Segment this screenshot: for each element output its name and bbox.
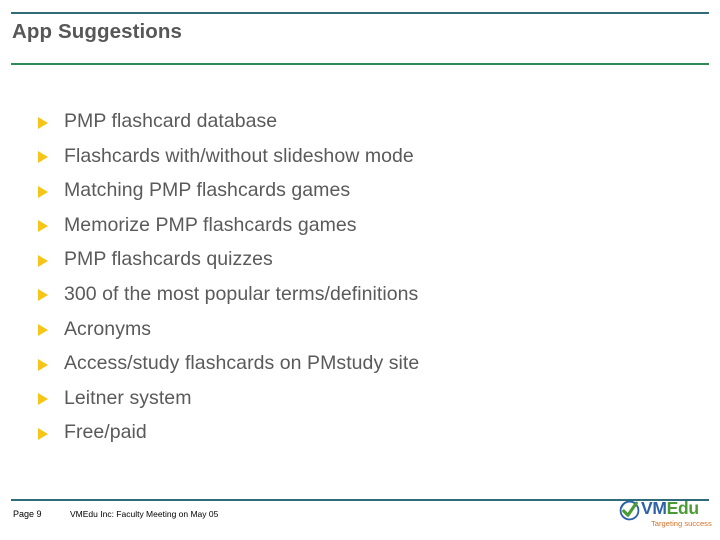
logo-word-second: Edu: [666, 498, 699, 518]
triangle-right-icon: [38, 116, 48, 129]
triangle-right-icon: [38, 151, 48, 164]
list-item-label: Flashcards with/without slideshow mode: [64, 144, 414, 167]
triangle-right-icon: [38, 254, 48, 267]
logo-tagline: Targeting success: [651, 519, 712, 528]
vmedu-logo: VMEdu Targeting success: [608, 498, 712, 532]
list-item-label: PMP flashcards quizzes: [64, 248, 273, 271]
header-top-rule: [11, 12, 709, 14]
list-item-label: Memorize PMP flashcards games: [64, 213, 357, 236]
list-item: 300 of the most popular terms/definition…: [36, 277, 676, 312]
list-item-label: 300 of the most popular terms/definition…: [64, 282, 419, 305]
logo-wordmark: VMEdu: [641, 498, 699, 519]
slide-canvas: App Suggestions PMP flashcard database F…: [0, 0, 720, 540]
list-item-label: Matching PMP flashcards games: [64, 179, 351, 202]
list-item-label: Acronyms: [64, 317, 152, 340]
checkmark-circle-icon: [619, 500, 640, 521]
list-item: Matching PMP flashcards games: [36, 173, 676, 208]
triangle-right-icon: [38, 393, 48, 406]
triangle-right-icon: [38, 324, 48, 337]
list-item: Memorize PMP flashcards games: [36, 208, 676, 243]
list-item: Free/paid: [36, 415, 676, 450]
triangle-right-icon: [38, 427, 48, 440]
triangle-right-icon: [38, 358, 48, 371]
list-item: PMP flashcards quizzes: [36, 242, 676, 277]
list-item-label: Leitner system: [64, 386, 192, 409]
header-bottom-rule: [11, 63, 709, 65]
page-number: Page 9: [13, 509, 42, 519]
list-item: Acronyms: [36, 312, 676, 347]
list-item: PMP flashcard database: [36, 104, 676, 139]
triangle-right-icon: [38, 289, 48, 302]
list-item-label: PMP flashcard database: [64, 110, 278, 132]
triangle-right-icon: [38, 220, 48, 233]
list-item: Access/study flashcards on PMstudy site: [36, 346, 676, 381]
logo-word-first: VM: [641, 498, 667, 518]
footer-rule: [11, 499, 709, 501]
slide-body: PMP flashcard database Flashcards with/w…: [36, 104, 676, 450]
list-item: Leitner system: [36, 381, 676, 416]
page-title: App Suggestions: [12, 20, 183, 43]
list-item-label: Free/paid: [64, 421, 147, 444]
list-item: Flashcards with/without slideshow mode: [36, 139, 676, 174]
triangle-right-icon: [38, 185, 48, 198]
slide-footer: Page 9 VMEdu Inc: Faculty Meeting on May…: [11, 498, 712, 539]
footer-note: VMEdu Inc: Faculty Meeting on May 05: [70, 509, 219, 519]
list-item-label: Access/study flashcards on PMstudy site: [64, 352, 420, 375]
suggestion-list: PMP flashcard database Flashcards with/w…: [36, 104, 676, 450]
slide-header: App Suggestions: [11, 12, 709, 65]
